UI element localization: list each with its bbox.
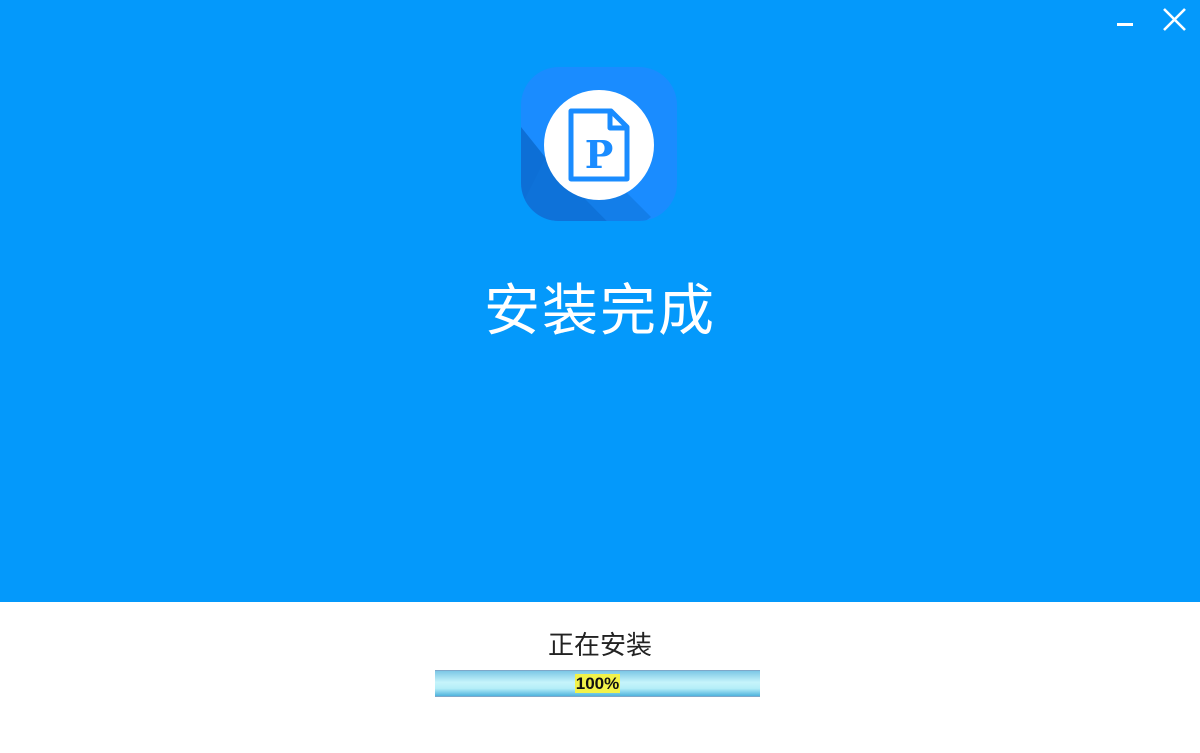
status-text: 正在安装 [547, 631, 652, 658]
progress-bar: 100% [435, 670, 760, 697]
header-panel: P 安装完成 [0, 0, 1200, 602]
pdf-document-p-icon: P [521, 67, 677, 221]
installer-window: P 安装完成 正在安装 100% [0, 0, 1200, 753]
progress-label: 100% [574, 674, 621, 693]
close-button[interactable] [1154, 4, 1194, 40]
app-logo: P [521, 67, 677, 221]
minimize-icon [1117, 23, 1133, 26]
close-icon [1163, 8, 1186, 31]
svg-text:P: P [585, 132, 614, 177]
minimize-button[interactable] [1104, 4, 1144, 40]
progress-label-container: 100% [435, 671, 760, 696]
page-title: 安装完成 [484, 279, 716, 344]
